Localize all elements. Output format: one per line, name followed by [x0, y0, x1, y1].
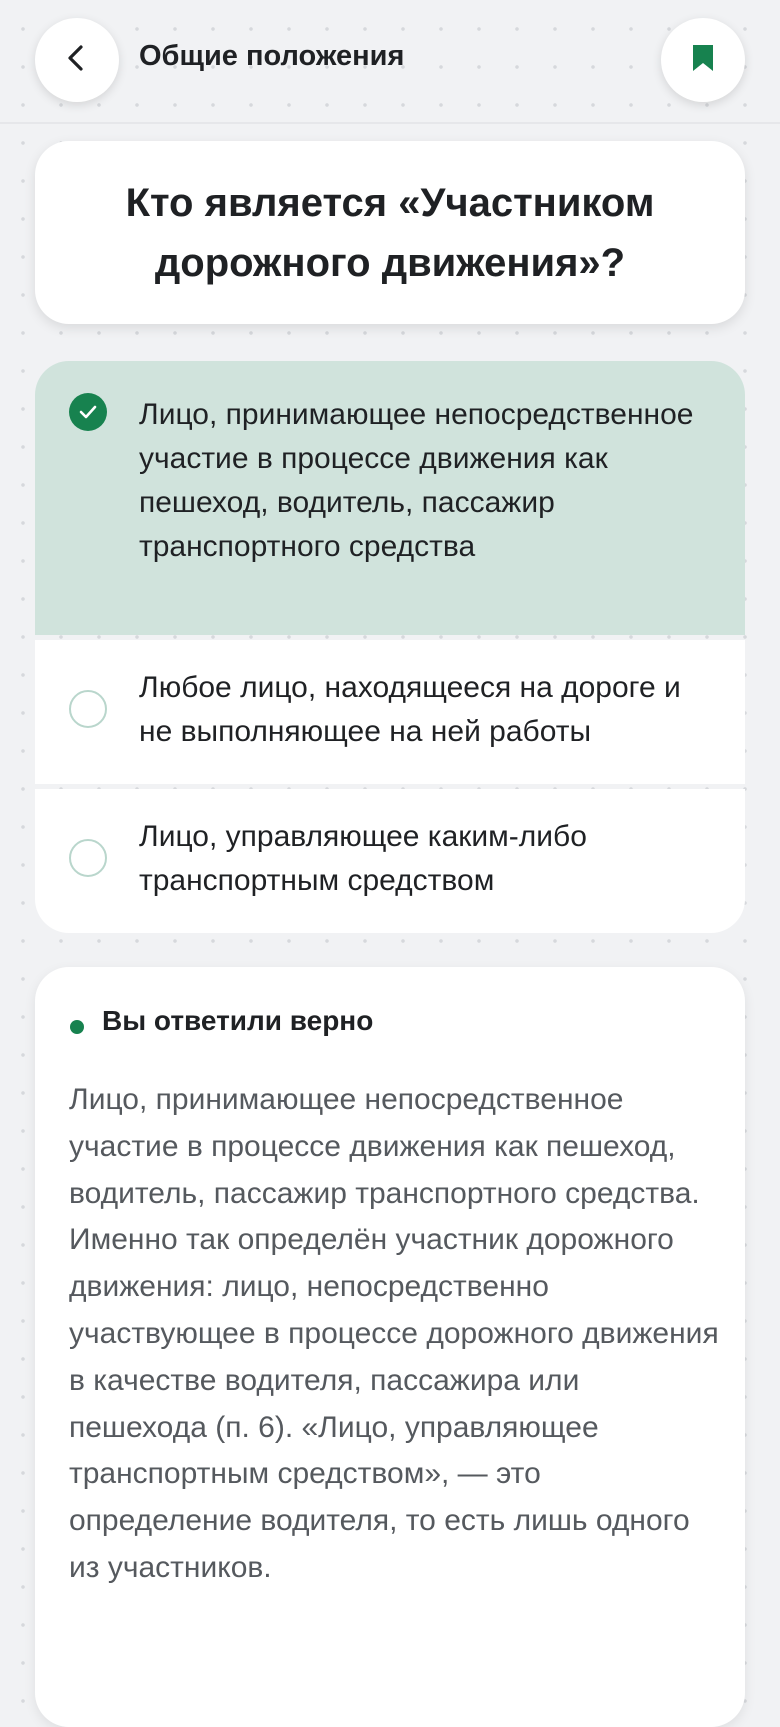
chevron-left-icon	[62, 43, 92, 78]
answer-text: Лицо, принимающее непосредственное участ…	[139, 398, 694, 563]
bookmark-button[interactable]	[661, 18, 745, 102]
answer-text: Лицо, управляющее каким-либо транспортны…	[139, 820, 587, 897]
question-text: Кто является «Участником дорожного движе…	[125, 180, 655, 285]
answer-option-3[interactable]: Лицо, управляющее каким-либо транспортны…	[35, 789, 745, 933]
explanation-text: Лицо, принимающее непосредственное участ…	[69, 1083, 719, 1584]
status-dot-icon	[70, 1020, 84, 1034]
result-status: Вы ответили верно	[102, 1005, 374, 1036]
bookmark-icon	[690, 43, 716, 78]
radio-empty-icon	[69, 690, 107, 728]
answer-list: Лицо, принимающее непосредственное участ…	[35, 361, 745, 933]
top-bar: Общие положения	[0, 0, 780, 124]
answer-option-1[interactable]: Лицо, принимающее непосредственное участ…	[35, 361, 745, 635]
page-title: Общие положения	[139, 40, 405, 72]
answer-text: Любое лицо, находящееся на дороге и не в…	[139, 671, 681, 748]
back-button[interactable]	[35, 18, 119, 102]
check-circle-icon	[69, 393, 107, 431]
explanation-card: Вы ответили верно Лицо, принимающее непо…	[35, 967, 745, 1727]
radio-empty-icon	[69, 839, 107, 877]
answer-option-2[interactable]: Любое лицо, находящееся на дороге и не в…	[35, 640, 745, 784]
question-card: Кто является «Участником дорожного движе…	[35, 141, 745, 324]
